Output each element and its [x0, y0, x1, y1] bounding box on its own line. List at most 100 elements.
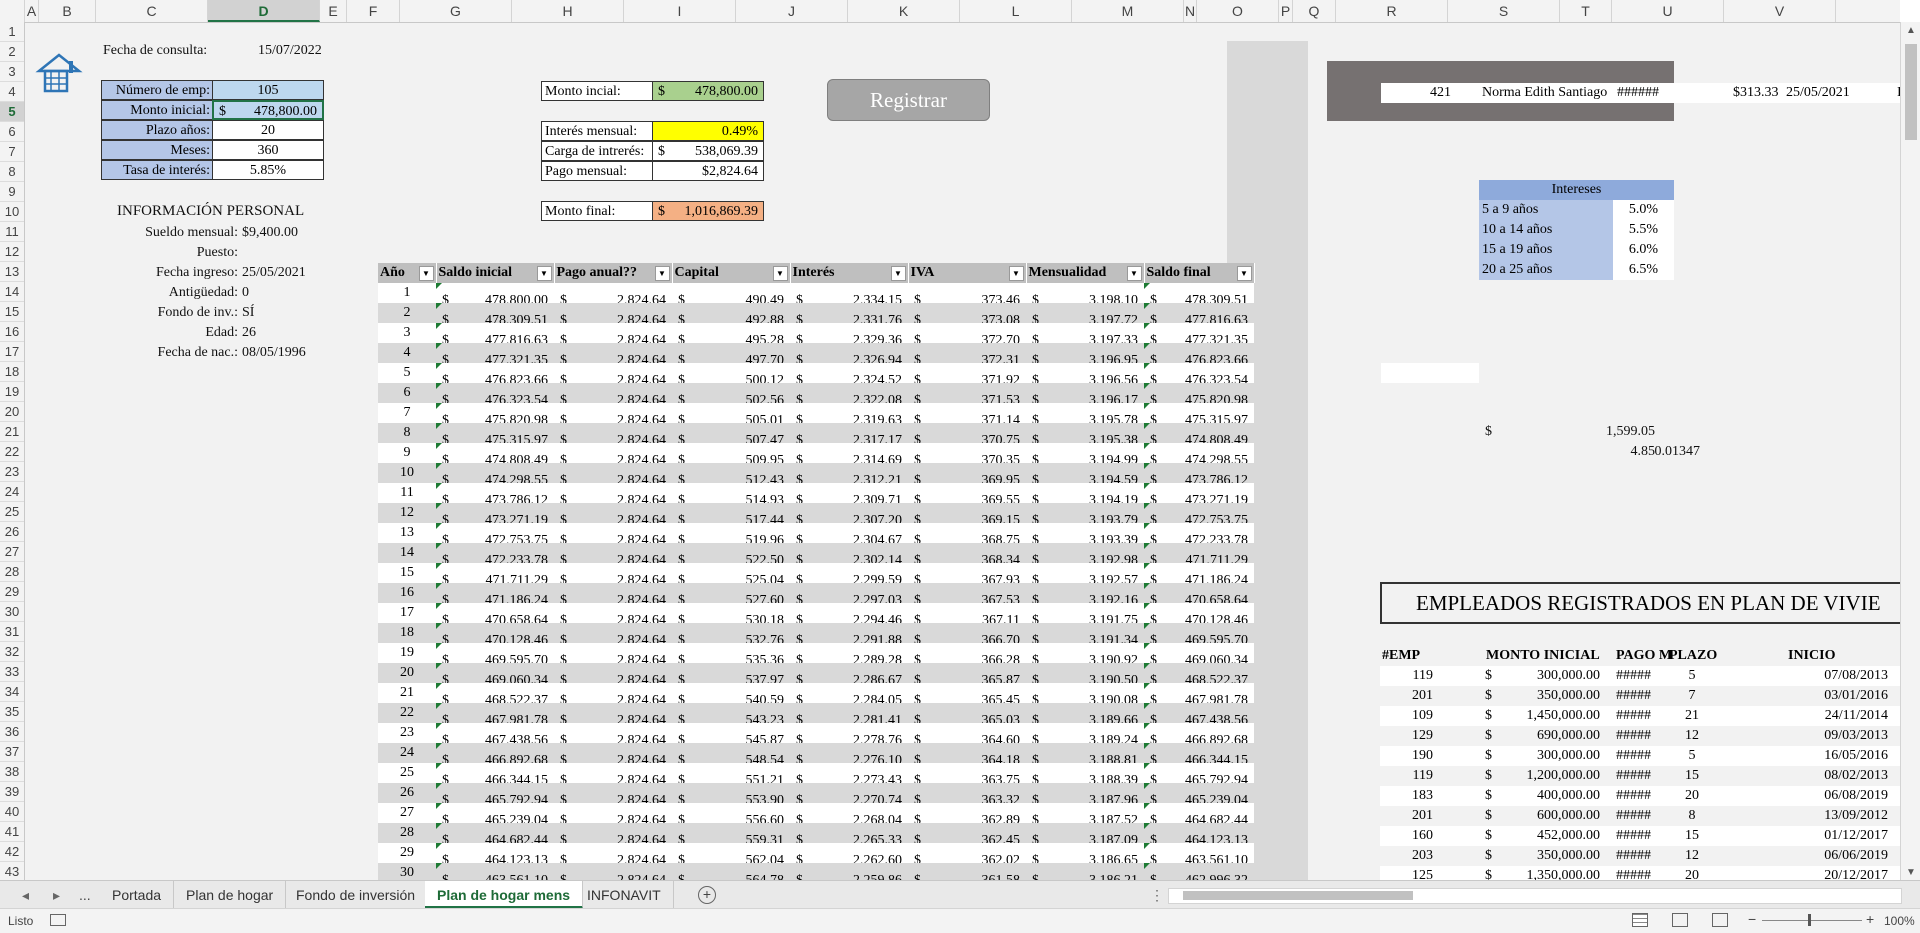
- column-header-l[interactable]: L: [960, 0, 1072, 22]
- amort-cell[interactable]: $477,321.35: [436, 343, 554, 368]
- amort-cell[interactable]: 5: [378, 363, 436, 383]
- amort-cell[interactable]: $3,194.19: [1026, 483, 1144, 508]
- amort-cell[interactable]: $540.59: [672, 683, 790, 708]
- amort-cell[interactable]: $2,824.64: [554, 863, 672, 880]
- column-header-u[interactable]: U: [1612, 0, 1724, 22]
- amort-cell[interactable]: $3,194.99: [1026, 443, 1144, 468]
- input-value-plazo[interactable]: 20: [212, 120, 324, 140]
- amort-cell[interactable]: $564.78: [672, 863, 790, 880]
- tab-plan-hogar-mens[interactable]: Plan de hogar mens: [425, 881, 584, 909]
- amort-cell[interactable]: $2,312.21: [790, 463, 908, 488]
- amort-cell[interactable]: $475,315.97: [1144, 403, 1254, 428]
- row-header-30[interactable]: 30: [0, 602, 24, 622]
- row-header-27[interactable]: 27: [0, 542, 24, 562]
- amort-header[interactable]: Pago anual?? ▼: [554, 263, 673, 283]
- row-header-29[interactable]: 29: [0, 582, 24, 602]
- amort-header[interactable]: Capital ▼: [672, 263, 791, 283]
- amort-cell[interactable]: 2: [378, 303, 436, 323]
- column-header-f[interactable]: F: [347, 0, 400, 22]
- amort-cell[interactable]: $3,196.17: [1026, 383, 1144, 408]
- scroll-up-arrow-icon[interactable]: ▲: [1901, 22, 1920, 40]
- amort-cell[interactable]: $3,198.10: [1026, 283, 1144, 308]
- row-header-22[interactable]: 22: [0, 442, 24, 462]
- amort-cell[interactable]: 13: [378, 523, 436, 543]
- amort-cell[interactable]: $559.31: [672, 823, 790, 848]
- amort-cell[interactable]: $464,123.13: [1144, 823, 1254, 848]
- column-header-e[interactable]: E: [320, 0, 347, 22]
- amort-cell[interactable]: $2,326.94: [790, 343, 908, 368]
- filter-dropdown-icon[interactable]: ▼: [1008, 266, 1024, 281]
- amort-header[interactable]: Interés ▼: [790, 263, 909, 283]
- row-header-12[interactable]: 12: [0, 242, 24, 262]
- amort-cell[interactable]: $562.04: [672, 843, 790, 868]
- tab-prev-icon[interactable]: ◂: [22, 881, 29, 909]
- column-header-d[interactable]: D: [208, 0, 320, 22]
- column-header-g[interactable]: G: [400, 0, 512, 22]
- amort-cell[interactable]: $519.96: [672, 523, 790, 548]
- amort-cell[interactable]: $2,262.60: [790, 843, 908, 868]
- amort-cell[interactable]: $2,824.64: [554, 623, 672, 648]
- amort-cell[interactable]: $2,307.20: [790, 503, 908, 528]
- amort-cell[interactable]: $2,314.69: [790, 443, 908, 468]
- amort-cell[interactable]: $373.08: [908, 303, 1026, 328]
- amort-cell[interactable]: $530.18: [672, 603, 790, 628]
- amort-cell[interactable]: 22: [378, 703, 436, 723]
- row-header-26[interactable]: 26: [0, 522, 24, 542]
- amort-cell[interactable]: 3: [378, 323, 436, 343]
- amort-cell[interactable]: $2,824.64: [554, 383, 672, 408]
- amort-cell[interactable]: $366.70: [908, 623, 1026, 648]
- amort-cell[interactable]: $478,800.00: [436, 283, 554, 308]
- amort-cell[interactable]: $2,824.64: [554, 763, 672, 788]
- add-sheet-icon[interactable]: +: [698, 886, 716, 904]
- amort-cell[interactable]: $478,309.51: [1144, 283, 1254, 308]
- amort-cell[interactable]: 26: [378, 783, 436, 803]
- amort-cell[interactable]: 8: [378, 423, 436, 443]
- amort-cell[interactable]: 18: [378, 623, 436, 643]
- amort-cell[interactable]: $3,193.79: [1026, 503, 1144, 528]
- amort-cell[interactable]: 1: [378, 283, 436, 303]
- amort-cell[interactable]: $469,060.34: [436, 663, 554, 688]
- column-header-h[interactable]: H: [512, 0, 624, 22]
- zoom-level[interactable]: 100%: [1884, 914, 1915, 928]
- amort-cell[interactable]: $3,190.50: [1026, 663, 1144, 688]
- amort-cell[interactable]: $469,595.70: [1144, 623, 1254, 648]
- row-header-13[interactable]: 13: [0, 262, 24, 282]
- amort-cell[interactable]: $467,981.78: [436, 703, 554, 728]
- amort-cell[interactable]: $363.75: [908, 763, 1026, 788]
- amort-cell[interactable]: $2,824.64: [554, 803, 672, 828]
- amort-cell[interactable]: $3,196.56: [1026, 363, 1144, 388]
- amort-cell[interactable]: $537.97: [672, 663, 790, 688]
- amort-cell[interactable]: $372.31: [908, 343, 1026, 368]
- amort-cell[interactable]: $469,060.34: [1144, 643, 1254, 668]
- amort-cell[interactable]: $471,186.24: [436, 583, 554, 608]
- amort-cell[interactable]: $3,191.34: [1026, 623, 1144, 648]
- amort-cell[interactable]: $370.35: [908, 443, 1026, 468]
- hscroll-thumb[interactable]: [1183, 891, 1413, 900]
- amort-cell[interactable]: $2,281.41: [790, 703, 908, 728]
- amort-cell[interactable]: $497.70: [672, 343, 790, 368]
- amort-cell[interactable]: $369.15: [908, 503, 1026, 528]
- amort-cell[interactable]: 27: [378, 803, 436, 823]
- amort-cell[interactable]: 10: [378, 463, 436, 483]
- amort-cell[interactable]: $490.49: [672, 283, 790, 308]
- amort-cell[interactable]: $2,276.10: [790, 743, 908, 768]
- more-options-icon[interactable]: ⋮: [1150, 887, 1164, 904]
- row-header-24[interactable]: 24: [0, 482, 24, 502]
- amort-cell[interactable]: $473,786.12: [436, 483, 554, 508]
- amort-cell[interactable]: $553.90: [672, 783, 790, 808]
- amort-cell[interactable]: $464,123.13: [436, 843, 554, 868]
- amort-cell[interactable]: $500.12: [672, 363, 790, 388]
- amort-cell[interactable]: $471,711.29: [1144, 543, 1254, 568]
- amort-cell[interactable]: 17: [378, 603, 436, 623]
- row-header-11[interactable]: 11: [0, 222, 24, 242]
- filter-dropdown-icon[interactable]: ▼: [1126, 266, 1142, 281]
- amort-cell[interactable]: $3,190.92: [1026, 643, 1144, 668]
- amort-cell[interactable]: $473,786.12: [1144, 463, 1254, 488]
- amort-cell[interactable]: $474,808.49: [1144, 423, 1254, 448]
- amort-cell[interactable]: $551.21: [672, 763, 790, 788]
- zoom-in-icon[interactable]: +: [1866, 911, 1874, 927]
- amort-cell[interactable]: $2,289.28: [790, 643, 908, 668]
- row-header-6[interactable]: 6: [0, 122, 24, 142]
- amort-cell[interactable]: 30: [378, 863, 436, 880]
- amort-cell[interactable]: 14: [378, 543, 436, 563]
